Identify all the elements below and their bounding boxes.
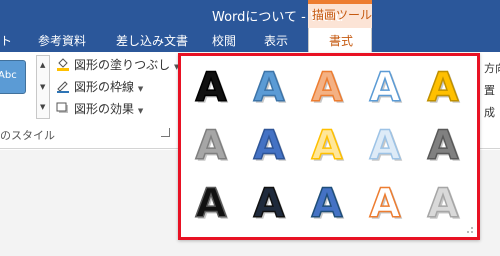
wordart-style-fill-yellow-glow[interactable]: AA (303, 120, 351, 168)
svg-text:A: A (370, 181, 401, 226)
shape-outline-button[interactable]: 図形の枠線 ▼ (74, 78, 143, 95)
wordart-style-fill-silver-gradient[interactable]: AA (419, 178, 467, 226)
svg-text:A: A (196, 181, 227, 226)
shape-effects-label: 図形の効果 (74, 102, 135, 116)
svg-text:A: A (312, 181, 343, 226)
wordart-preview-icon: AA (369, 64, 403, 110)
wordart-preview-icon: AA (311, 64, 345, 110)
svg-text:A: A (254, 123, 285, 168)
svg-text:A: A (254, 65, 285, 110)
svg-text:A: A (312, 65, 343, 110)
svg-text:A: A (370, 123, 401, 168)
tab-references[interactable]: 参考資料 (38, 32, 86, 49)
word-window: Wordについて - Word 描画ツール ト 参考資料 差し込み文書 校閲 表… (0, 0, 500, 256)
svg-text:A: A (312, 123, 343, 168)
wordart-style-fill-gold-gradient[interactable]: AA (419, 62, 467, 110)
wordart-preview-icon: AA (427, 180, 461, 226)
wordart-style-fill-orange-outline[interactable]: AA (303, 62, 351, 110)
svg-text:A: A (428, 123, 459, 168)
svg-text:A: A (196, 65, 227, 110)
wordart-preview-icon: AA (253, 122, 287, 168)
wordart-styles-gallery: AAAAAAAAAAAAAAAAAAAAAAAAAAAAAA (178, 53, 480, 240)
text-direction-partial[interactable]: 方向 (484, 60, 500, 76)
wordart-preview-icon: AA (369, 180, 403, 226)
wordart-preview-icon: AA (195, 64, 229, 110)
pen-outline-icon (57, 81, 69, 93)
contextual-tab-group-label: 描画ツール (312, 8, 373, 22)
tab-partial[interactable]: ト (0, 32, 12, 49)
svg-text:A: A (196, 123, 227, 168)
wordart-style-outline-blue-white-fill[interactable]: AA (361, 62, 409, 110)
align-text-partial[interactable]: 置 (484, 82, 495, 98)
svg-text:A: A (428, 65, 459, 110)
tab-view[interactable]: 表示 (264, 32, 288, 49)
shape-styles-group-label: のスタイル (0, 129, 55, 142)
wordart-preview-icon: AA (195, 122, 229, 168)
resize-grip-icon[interactable] (466, 226, 474, 234)
shape-fill-label: 図形の塗りつぶし (74, 58, 171, 72)
scroll-down-icon[interactable]: ▼ (40, 84, 45, 91)
wordart-style-fill-blue-reflection[interactable]: AA (245, 120, 293, 168)
wordart-preview-icon: AA (253, 180, 287, 226)
svg-text:A: A (254, 181, 285, 226)
wordart-preview-icon: AA (195, 180, 229, 226)
wordart-style-fill-black-white-outline[interactable]: AA (187, 178, 235, 226)
wordart-preview-icon: AA (369, 122, 403, 168)
wordart-style-fill-black-shadow[interactable]: AA (187, 62, 235, 110)
svg-text:A: A (370, 65, 401, 110)
wordart-style-fill-gray-bevel[interactable]: AA (419, 120, 467, 168)
wordart-preview-icon: AA (311, 180, 345, 226)
wordart-style-fill-dark-blue-shadow[interactable]: AA (245, 178, 293, 226)
shape-effects-button[interactable]: 図形の効果 ▼ (74, 100, 143, 117)
shape-effects-icon (56, 102, 68, 113)
svg-text:A: A (428, 181, 459, 226)
create-link-partial[interactable]: 成 (484, 104, 495, 120)
wordart-preview-icon: AA (427, 64, 461, 110)
wordart-preview-icon: AA (253, 64, 287, 110)
shape-style-thumbnail-text: Abc (0, 70, 17, 81)
more-icon[interactable]: ▼ (40, 104, 45, 111)
wordart-style-fill-light-blue-outline[interactable]: AA (361, 120, 409, 168)
tab-review[interactable]: 校閲 (212, 32, 236, 49)
paint-bucket-icon (57, 58, 69, 71)
chevron-down-icon: ▼ (137, 85, 144, 93)
shape-fill-button[interactable]: 図形の塗りつぶし ▼ (74, 56, 179, 73)
tab-format[interactable]: 書式 (329, 32, 353, 49)
wordart-preview-icon: AA (427, 122, 461, 168)
wordart-style-fill-blue-accent1-shadow[interactable]: AA (245, 62, 293, 110)
wordart-style-outline-orange-white-fill[interactable]: AA (361, 178, 409, 226)
chevron-down-icon: ▼ (137, 107, 144, 115)
wordart-preview-icon: AA (311, 122, 345, 168)
dialog-launcher-icon[interactable] (161, 128, 170, 137)
scroll-up-icon[interactable]: ▲ (40, 62, 45, 69)
wordart-style-fill-gray-50[interactable]: AA (187, 120, 235, 168)
tab-mailings[interactable]: 差し込み文書 (116, 32, 188, 49)
shape-style-gallery-scroll[interactable]: ▲ ▼ ▼ (36, 55, 50, 119)
shape-outline-label: 図形の枠線 (74, 80, 135, 94)
wordart-style-fill-blue-bevel[interactable]: AA (303, 178, 351, 226)
